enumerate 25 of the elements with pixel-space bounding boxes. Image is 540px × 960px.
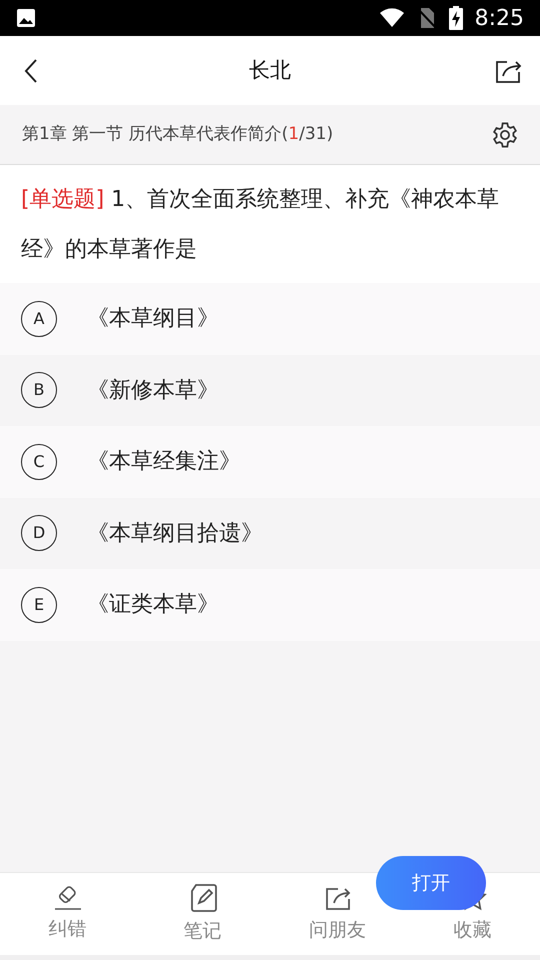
wifi-icon bbox=[378, 8, 405, 28]
question-text: [单选题] 1、首次全面系统整理、补充《神农本草经》的本草著作是 bbox=[21, 186, 500, 264]
option-letter: A bbox=[21, 300, 57, 337]
option-letter: E bbox=[21, 586, 57, 623]
option-text: 《证类本草》 bbox=[87, 591, 219, 620]
answer-option[interactable]: A 《本草纲目》 bbox=[0, 283, 540, 354]
option-letter: D bbox=[21, 515, 57, 552]
image-icon bbox=[16, 8, 36, 28]
settings-icon bbox=[491, 120, 519, 148]
toolbar-button[interactable]: 纠错 bbox=[0, 873, 135, 955]
option-letter: B bbox=[21, 372, 57, 408]
clock-time: 8:25 bbox=[474, 4, 524, 32]
answer-option[interactable]: C 《本草经集注》 bbox=[0, 426, 540, 498]
option-text: 《本草经集注》 bbox=[87, 448, 241, 476]
eraser-icon bbox=[52, 884, 82, 911]
settings-button[interactable] bbox=[490, 120, 520, 150]
option-text: 《本草纲目拾遗》 bbox=[87, 520, 263, 548]
battery-charging-icon bbox=[448, 6, 463, 30]
toolbar-button[interactable]: 笔记 bbox=[135, 873, 270, 955]
option-text: 《本草纲目》 bbox=[87, 305, 219, 334]
option-text: 《新修本草》 bbox=[87, 376, 219, 405]
page-title: 长北 bbox=[248, 56, 292, 84]
option-letter: C bbox=[21, 444, 57, 480]
open-app-toast[interactable]: 打开 bbox=[376, 856, 486, 910]
answer-option[interactable]: E 《证类本草》 bbox=[0, 569, 540, 640]
